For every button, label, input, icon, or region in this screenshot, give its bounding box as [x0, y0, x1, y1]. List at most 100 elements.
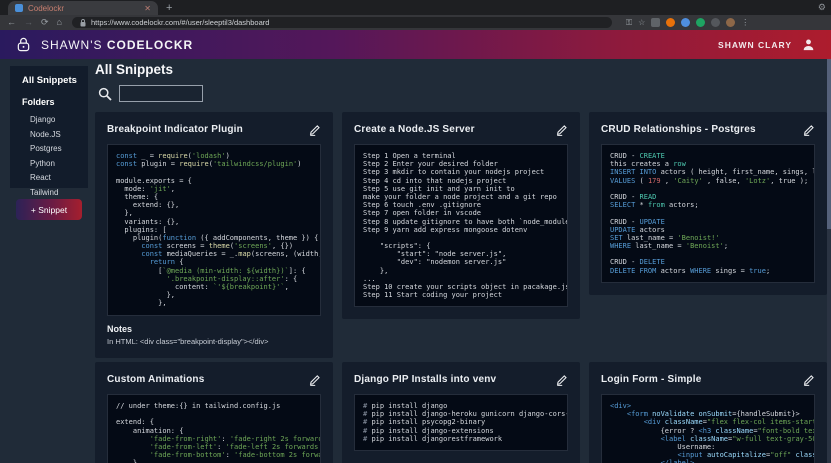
add-snippet-button[interactable]: + Snippet: [16, 199, 82, 220]
code-line: },: [116, 209, 133, 218]
scrollbar-thumb[interactable]: [827, 59, 831, 229]
code-line: const _ = require('lodash'): [116, 152, 230, 160]
code-line: 'fade-from-bottom': 'fade-bottom 2s forw…: [149, 451, 320, 460]
page-scrollbar[interactable]: [827, 59, 831, 463]
code-line: Step 2 Enter your desired folder: [363, 160, 498, 169]
extension-dark-icon[interactable]: [711, 18, 721, 27]
card-title: CRUD Relationships - Postgres: [601, 123, 756, 135]
home-icon[interactable]: ⌂: [57, 15, 62, 30]
code-line: 'fade-from-right': 'fade-right 2s forwar…: [149, 434, 321, 443]
favicon-icon: [15, 4, 23, 12]
code-line: CRUD - CREATE: [610, 152, 665, 160]
browser-tab[interactable]: Codelockr ✕: [8, 1, 158, 15]
extension-green-icon[interactable]: [696, 18, 706, 27]
password-key-icon[interactable]: ⚿: [626, 18, 632, 27]
browser-tab-strip: Codelockr ✕ + ⚙: [0, 0, 831, 15]
code-block: CRUD - CREATE this creates a row INSERT IN…: [601, 144, 815, 283]
extension-orange-icon[interactable]: [666, 18, 676, 27]
forward-icon[interactable]: →: [24, 15, 33, 30]
sidebar-item-tailwind[interactable]: Tailwind: [30, 188, 88, 197]
code-line: make your folder a node project and a gi…: [363, 192, 557, 201]
code-line: ...: [363, 274, 376, 283]
snippet-card[interactable]: Django PIP Installs into venv # pip inst…: [342, 362, 580, 463]
notes-label: Notes: [107, 323, 133, 334]
app-title: SHAWN'S CODELOCKR: [41, 38, 193, 52]
sidebar: All Snippets Folders Django Node.JS Postgr…: [10, 66, 88, 197]
sidebar-item-node-js[interactable]: Node.JS: [30, 130, 88, 139]
sidebar-item-python[interactable]: Python: [30, 159, 88, 168]
extension-blue-icon[interactable]: [681, 18, 691, 27]
edit-pencil-icon[interactable]: [802, 373, 815, 386]
card-title: Django PIP Installs into venv: [354, 373, 497, 385]
code-line: <input autoCapitalize="off" className="f…: [677, 451, 814, 460]
profile-avatar[interactable]: [726, 18, 736, 27]
code-line: {error ? <h3 className="font-bold text-r…: [610, 426, 814, 435]
page: Codelockr ✕ + ⚙ ← → ⟳ ⌂ https://www.code…: [0, 0, 831, 463]
sidebar-item-postgres[interactable]: Postgres: [30, 144, 88, 153]
bookmark-star-icon[interactable]: ☆: [638, 18, 645, 27]
sidebar-folder-list: Django Node.JS Postgres Python React Tailwind: [22, 115, 88, 197]
code-line: Step 5 use git init and yarn init to: [363, 184, 515, 193]
code-line: CRUD - READ: [610, 192, 657, 201]
snippet-card[interactable]: Login Form - Simple <div> <form noValida…: [589, 362, 827, 463]
code-line: Step 8 update gitignore to have both `no…: [363, 217, 568, 226]
code-line: DELETE FROM actors WHERE sings = true;: [610, 266, 771, 275]
code-line: Step 10 create your scripts object in pa…: [363, 283, 568, 291]
new-tab-button[interactable]: +: [166, 1, 172, 15]
browser-menu-icon[interactable]: ⋮: [741, 18, 749, 27]
code-line: extend: {},: [116, 201, 180, 210]
url-bar[interactable]: https://www.codelockr.com/#/user/sleepti…: [71, 17, 612, 28]
user-profile-icon[interactable]: [802, 38, 815, 51]
code-line: # pip install djangorestframework: [363, 434, 503, 443]
sidebar-item-react[interactable]: React: [30, 173, 88, 182]
code-line: 'fade-from-left': 'fade-left 2s forwards…: [149, 442, 321, 451]
edit-pencil-icon[interactable]: [308, 123, 321, 136]
edit-pencil-icon[interactable]: [555, 123, 568, 136]
code-line: # pip install psycopg2-binary: [363, 418, 486, 427]
sidebar-item-all-snippets[interactable]: All Snippets: [22, 75, 88, 86]
secure-lock-icon: [80, 18, 86, 26]
code-block: Step 1 Open a terminal Step 2 Enter your …: [354, 144, 568, 308]
code-line: # pip install django-heroku gunicorn dja…: [363, 410, 568, 419]
code-line: extend: {: [116, 418, 154, 427]
extension-box-icon[interactable]: [651, 18, 661, 27]
user-name: SHAWN CLARY: [718, 39, 792, 50]
code-line: Step 7 open folder in vscode: [363, 209, 482, 218]
code-line: "scripts": {: [363, 242, 431, 251]
snippet-card[interactable]: Create a Node.JS Server Step 1 Open a te…: [342, 112, 580, 320]
edit-pencil-icon[interactable]: [555, 373, 568, 386]
code-line: variants: {},: [116, 217, 180, 226]
code-line: },: [116, 459, 312, 463]
snippet-card[interactable]: CRUD Relationships - Postgres CRUD - CRE…: [589, 112, 827, 295]
code-line: "dev": "nodemon server.js": [363, 258, 507, 267]
edit-pencil-icon[interactable]: [308, 373, 321, 386]
code-line: },: [363, 266, 389, 275]
codelockr-lock-icon: [17, 37, 30, 52]
code-line: # pip install django-extensions: [363, 426, 494, 435]
code-line: <div>: [610, 402, 632, 410]
snippet-card[interactable]: Breakpoint Indicator Plugin const _ = re…: [95, 112, 333, 358]
search-icon: [98, 87, 112, 101]
sidebar-item-django[interactable]: Django: [30, 115, 88, 124]
tab-close-icon[interactable]: ✕: [144, 4, 151, 13]
code-line: return {: [149, 258, 184, 267]
search-input[interactable]: [119, 85, 203, 102]
code-line: const screens = theme('screens', {}): [141, 242, 294, 251]
code-line: module.exports = {: [116, 176, 192, 185]
back-icon[interactable]: ←: [7, 15, 16, 30]
code-line: VALUES ( 179 , 'Caity' , false, 'Lotz', …: [610, 176, 809, 185]
card-title: Custom Animations: [107, 373, 205, 385]
code-block: // under theme:{} in tailwind.config.js …: [107, 394, 321, 463]
code-line: CRUD - UPDATE: [610, 217, 665, 226]
reload-icon[interactable]: ⟳: [41, 15, 49, 30]
edit-pencil-icon[interactable]: [802, 123, 815, 136]
code-line: // under theme:{} in tailwind.config.js: [116, 402, 281, 410]
snippet-card[interactable]: Custom Animations // under theme:{} in t…: [95, 362, 333, 463]
window-settings-icon[interactable]: ⚙: [818, 2, 826, 13]
code-line: plugin(function ({ addComponents, theme …: [116, 233, 319, 242]
